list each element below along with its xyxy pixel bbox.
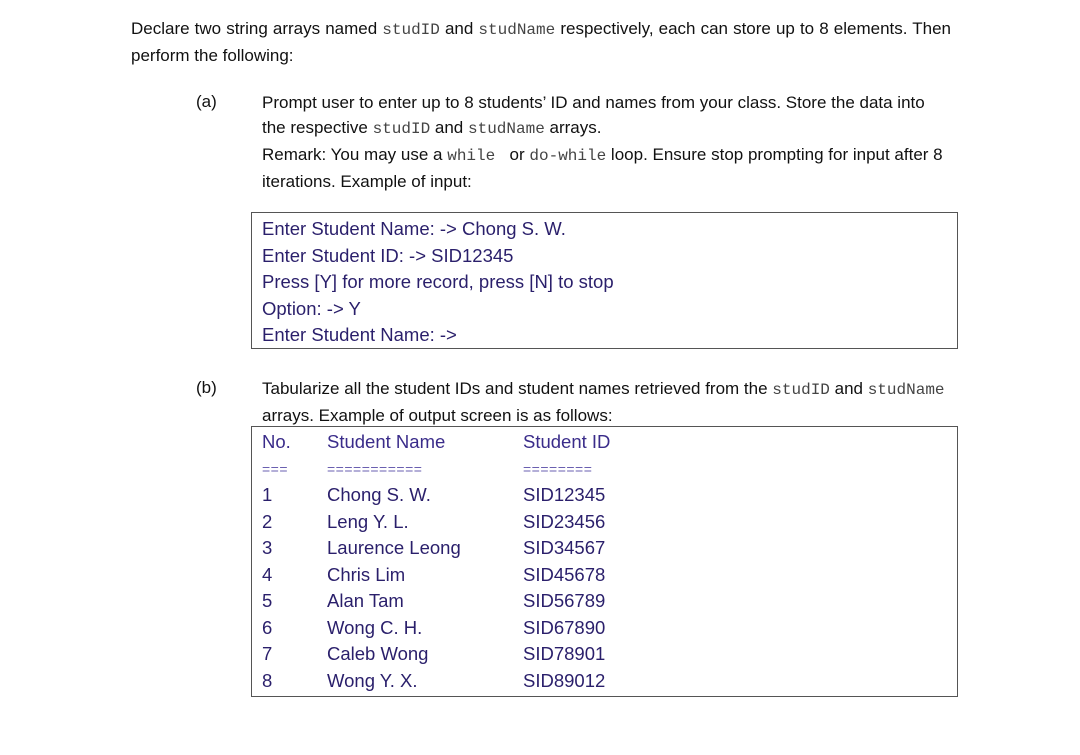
table-row: 2 Leng Y. L. SID23456 [252, 509, 957, 536]
table-separator-row: === =========== ======== [252, 456, 957, 483]
cell-name: Wong C. H. [327, 616, 423, 638]
console-line: Enter Student ID: -> SID12345 [262, 244, 514, 266]
intro-text: and [439, 19, 479, 38]
text: Remark: You may use a [262, 145, 448, 164]
part-a-paragraph: Prompt user to enter up to 8 students’ I… [262, 90, 952, 194]
cell-no: 3 [262, 537, 273, 558]
cell-no: 7 [262, 643, 273, 664]
code-studname: studName [467, 120, 545, 138]
cell-id: SID89012 [523, 669, 606, 691]
table-row: 5 Alan Tam SID56789 [252, 588, 957, 615]
cell-id: SID34567 [523, 537, 606, 558]
cell-id: SID23456 [523, 510, 606, 532]
output-example-table: No. Student Name Student ID === ========… [251, 426, 958, 697]
cell-id: SID56789 [523, 590, 606, 611]
console-line: Enter Student Name: -> [262, 324, 457, 345]
cell-id: SID67890 [523, 616, 606, 638]
header-student-id: Student ID [523, 431, 611, 452]
code-studid: studID [382, 21, 440, 39]
header-student-name: Student Name [327, 431, 446, 452]
cell-name: Chong S. W. [327, 484, 431, 505]
part-b-label: (b) [196, 378, 217, 397]
table-row: 6 Wong C. H. SID67890 [252, 615, 957, 642]
code-studname: studName [478, 21, 556, 39]
text: or [504, 145, 530, 164]
cell-no: 2 [262, 510, 273, 532]
table-row: 3 Laurence Leong SID34567 [252, 535, 957, 562]
table-row: 7 Caleb Wong SID78901 [252, 641, 957, 668]
text: and [829, 379, 868, 398]
cell-name: Caleb Wong [327, 643, 429, 664]
header-no: No. [262, 431, 291, 452]
part-a-label: (a) [196, 92, 217, 111]
separator: ======== [523, 460, 593, 477]
cell-name: Chris Lim [327, 563, 406, 585]
code-studid: studID [372, 120, 431, 138]
code-studid: studID [772, 381, 830, 399]
text: Tabularize all the student IDs and stude… [262, 379, 773, 398]
intro-text: Declare two string arrays named [131, 19, 383, 38]
code-studname: studName [867, 381, 945, 399]
text: arrays. [544, 118, 602, 137]
cell-name: Laurence Leong [327, 537, 461, 558]
console-line: Enter Student Name: -> Chong S. W. [262, 218, 566, 239]
cell-no: 5 [262, 590, 273, 611]
separator: === [262, 460, 289, 477]
cell-no: 6 [262, 616, 273, 638]
table-row: 4 Chris Lim SID45678 [252, 562, 957, 589]
cell-id: SID12345 [523, 484, 606, 505]
table-header-row: No. Student Name Student ID [252, 429, 957, 456]
code-do-while: do-while [529, 147, 607, 165]
separator: =========== [327, 460, 423, 477]
table-row: 8 Wong Y. X. SID89012 [252, 668, 957, 695]
console-line: Option: -> Y [262, 297, 361, 319]
cell-no: 8 [262, 669, 273, 691]
table-row: 1 Chong S. W. SID12345 [252, 482, 957, 509]
cell-name: Wong Y. X. [327, 669, 418, 691]
console-line: Press [Y] for more record, press [N] to … [262, 271, 614, 292]
code-while: while [447, 147, 505, 165]
input-example-box: Enter Student Name: -> Chong S. W. Enter… [251, 212, 958, 349]
cell-no: 4 [262, 563, 273, 585]
cell-id: SID45678 [523, 563, 606, 585]
text: and [430, 118, 468, 137]
cell-no: 1 [262, 484, 273, 505]
cell-name: Alan Tam [327, 590, 404, 611]
part-b-paragraph: Tabularize all the student IDs and stude… [262, 376, 952, 428]
cell-name: Leng Y. L. [327, 510, 409, 532]
intro-paragraph: Declare two string arrays named studID a… [131, 16, 951, 68]
text: arrays. Example of output screen is as f… [262, 406, 613, 425]
cell-id: SID78901 [523, 643, 606, 664]
